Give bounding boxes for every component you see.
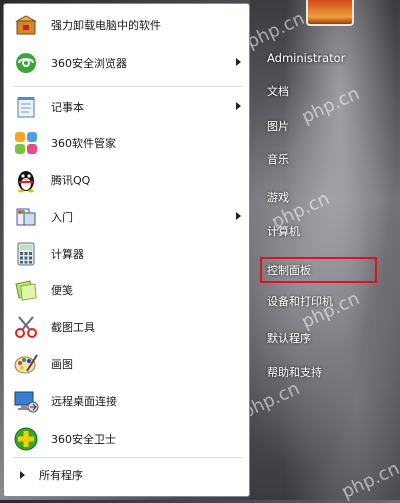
- highlight-box: [260, 257, 377, 283]
- right-item-help-and-support[interactable]: 帮助和支持: [262, 361, 380, 383]
- pinned-item-label: 画图: [51, 358, 73, 371]
- user-avatar[interactable]: [306, 0, 354, 26]
- right-item-devices-and-printers[interactable]: 设备和打印机: [262, 290, 380, 312]
- pinned-item-label: 记事本: [51, 101, 84, 114]
- getting-started-icon: [12, 203, 40, 231]
- right-item-games[interactable]: 游戏: [262, 186, 380, 208]
- right-item-documents[interactable]: 文档: [262, 80, 380, 102]
- all-programs-button[interactable]: 所有程序: [12, 464, 242, 486]
- chevron-right-icon: [20, 471, 25, 479]
- notepad-icon: [12, 93, 40, 121]
- pinned-item-360-browser[interactable]: 360安全浏览器: [9, 48, 245, 78]
- pinned-item-paint[interactable]: 画图: [9, 349, 245, 379]
- pinned-item-notepad[interactable]: 记事本: [9, 92, 245, 122]
- qq-penguin-icon: [12, 166, 40, 194]
- calculator-icon: [12, 240, 40, 268]
- remote-desktop-icon: [12, 387, 40, 415]
- right-item-music[interactable]: 音乐: [262, 148, 380, 170]
- pinned-item-label: 360软件管家: [51, 137, 116, 150]
- pinned-item-remote-desktop[interactable]: 远程桌面连接: [9, 386, 245, 416]
- pinned-item-label: 入门: [51, 211, 73, 224]
- divider: [14, 457, 242, 458]
- pinned-item-getting-started[interactable]: 入门: [9, 202, 245, 232]
- uninstaller-box-icon: [12, 11, 40, 39]
- sticky-notes-icon: [12, 276, 40, 304]
- 360-safeguard-icon: [12, 425, 40, 453]
- desktop-background: [250, 0, 400, 500]
- right-item-computer[interactable]: 计算机: [262, 220, 380, 242]
- pinned-item-label: 360安全卫士: [51, 433, 116, 446]
- pinned-item-360-software-manager[interactable]: 360软件管家: [9, 128, 245, 158]
- pinned-item-snipping-tool[interactable]: 截图工具: [9, 312, 245, 342]
- user-name[interactable]: Administrator: [262, 47, 380, 69]
- 360-browser-icon: [12, 49, 40, 77]
- chevron-right-icon[interactable]: [236, 58, 241, 66]
- all-programs-label: 所有程序: [39, 469, 83, 482]
- pinned-item-calculator[interactable]: 计算器: [9, 239, 245, 269]
- snipping-tool-icon: [12, 313, 40, 341]
- pinned-item-label: 远程桌面连接: [51, 395, 117, 408]
- pinned-item-uninstaller[interactable]: 强力卸载电脑中的软件: [9, 10, 245, 40]
- pinned-item-label: 360安全浏览器: [51, 57, 127, 70]
- pinned-item-360-safeguard[interactable]: 360安全卫士: [9, 424, 245, 454]
- right-item-pictures[interactable]: 图片: [262, 115, 380, 137]
- pinned-item-label: 强力卸载电脑中的软件: [51, 19, 161, 32]
- divider: [14, 86, 242, 87]
- pinned-item-label: 计算器: [51, 248, 84, 261]
- pinned-item-sticky-notes[interactable]: 便笺: [9, 275, 245, 305]
- pinned-item-qq[interactable]: 腾讯QQ: [9, 165, 245, 195]
- chevron-right-icon[interactable]: [236, 102, 241, 110]
- paint-icon: [12, 350, 40, 378]
- pinned-item-label: 截图工具: [51, 321, 95, 334]
- pinned-item-label: 腾讯QQ: [51, 174, 91, 187]
- 360-software-manager-icon: [12, 129, 40, 157]
- right-item-default-programs[interactable]: 默认程序: [262, 327, 380, 349]
- chevron-right-icon[interactable]: [236, 212, 241, 220]
- pinned-item-label: 便笺: [51, 284, 73, 297]
- start-menu-programs-panel: 强力卸载电脑中的软件 360安全浏览器 记事本 360软件管家 腾讯QQ 入门: [3, 3, 250, 497]
